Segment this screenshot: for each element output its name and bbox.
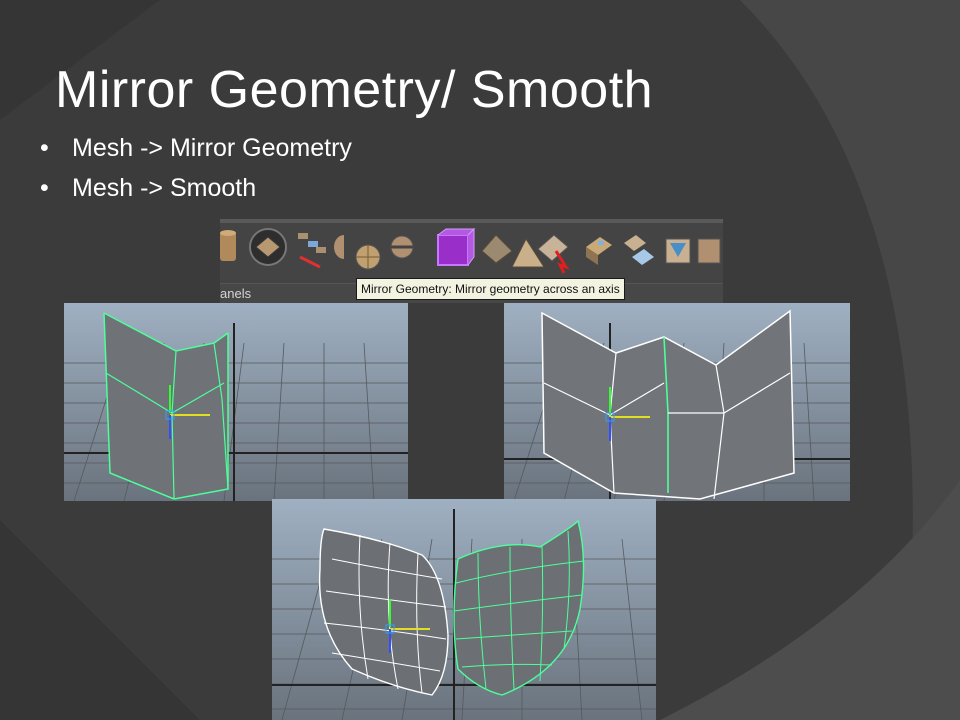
slide-title: Mirror Geometry/ Smooth: [55, 61, 654, 119]
cube-face-icon[interactable]: [586, 237, 612, 265]
bullet-list: • Mesh -> Mirror Geometry • Mesh -> Smooth: [40, 128, 352, 208]
cone-cube-icon[interactable]: [665, 238, 721, 264]
mirrored-mesh: [541, 309, 795, 500]
sphere-icon[interactable]: [355, 244, 381, 270]
sphere-half-icon[interactable]: [334, 235, 344, 259]
mirror-geometry-tooltip: Mirror Geometry: Mirror geometry across …: [356, 278, 625, 300]
sculpt-icon[interactable]: [249, 228, 287, 266]
bullet-text: Mesh -> Smooth: [72, 174, 257, 202]
mirror-cube-icon[interactable]: [437, 227, 476, 266]
mirrored-mesh-viewport[interactable]: [504, 303, 850, 501]
slide: Mirror Geometry/ Smooth • Mesh -> Mirror …: [0, 0, 960, 720]
bullet-marker: •: [40, 174, 49, 202]
bullet-item: • Mesh -> Mirror Geometry: [40, 128, 352, 168]
move-uv-icon[interactable]: [298, 233, 326, 269]
uv-planes-icon[interactable]: [624, 235, 654, 265]
plane-grid-icon[interactable]: [481, 234, 513, 264]
cylinder-icon[interactable]: [220, 230, 236, 261]
bullet-item: • Mesh -> Smooth: [40, 168, 352, 208]
panels-menu-label[interactable]: anels: [220, 286, 251, 301]
toolbar-icon-row: [220, 223, 723, 283]
smoothed-mesh-viewport[interactable]: [272, 499, 656, 720]
bullet-text: Mesh -> Mirror Geometry: [72, 134, 352, 162]
sphere-split-icon[interactable]: [390, 235, 414, 259]
half-mesh-viewport[interactable]: [64, 303, 408, 501]
pyramid-icon[interactable]: [511, 237, 545, 268]
bullet-marker: •: [40, 134, 49, 162]
